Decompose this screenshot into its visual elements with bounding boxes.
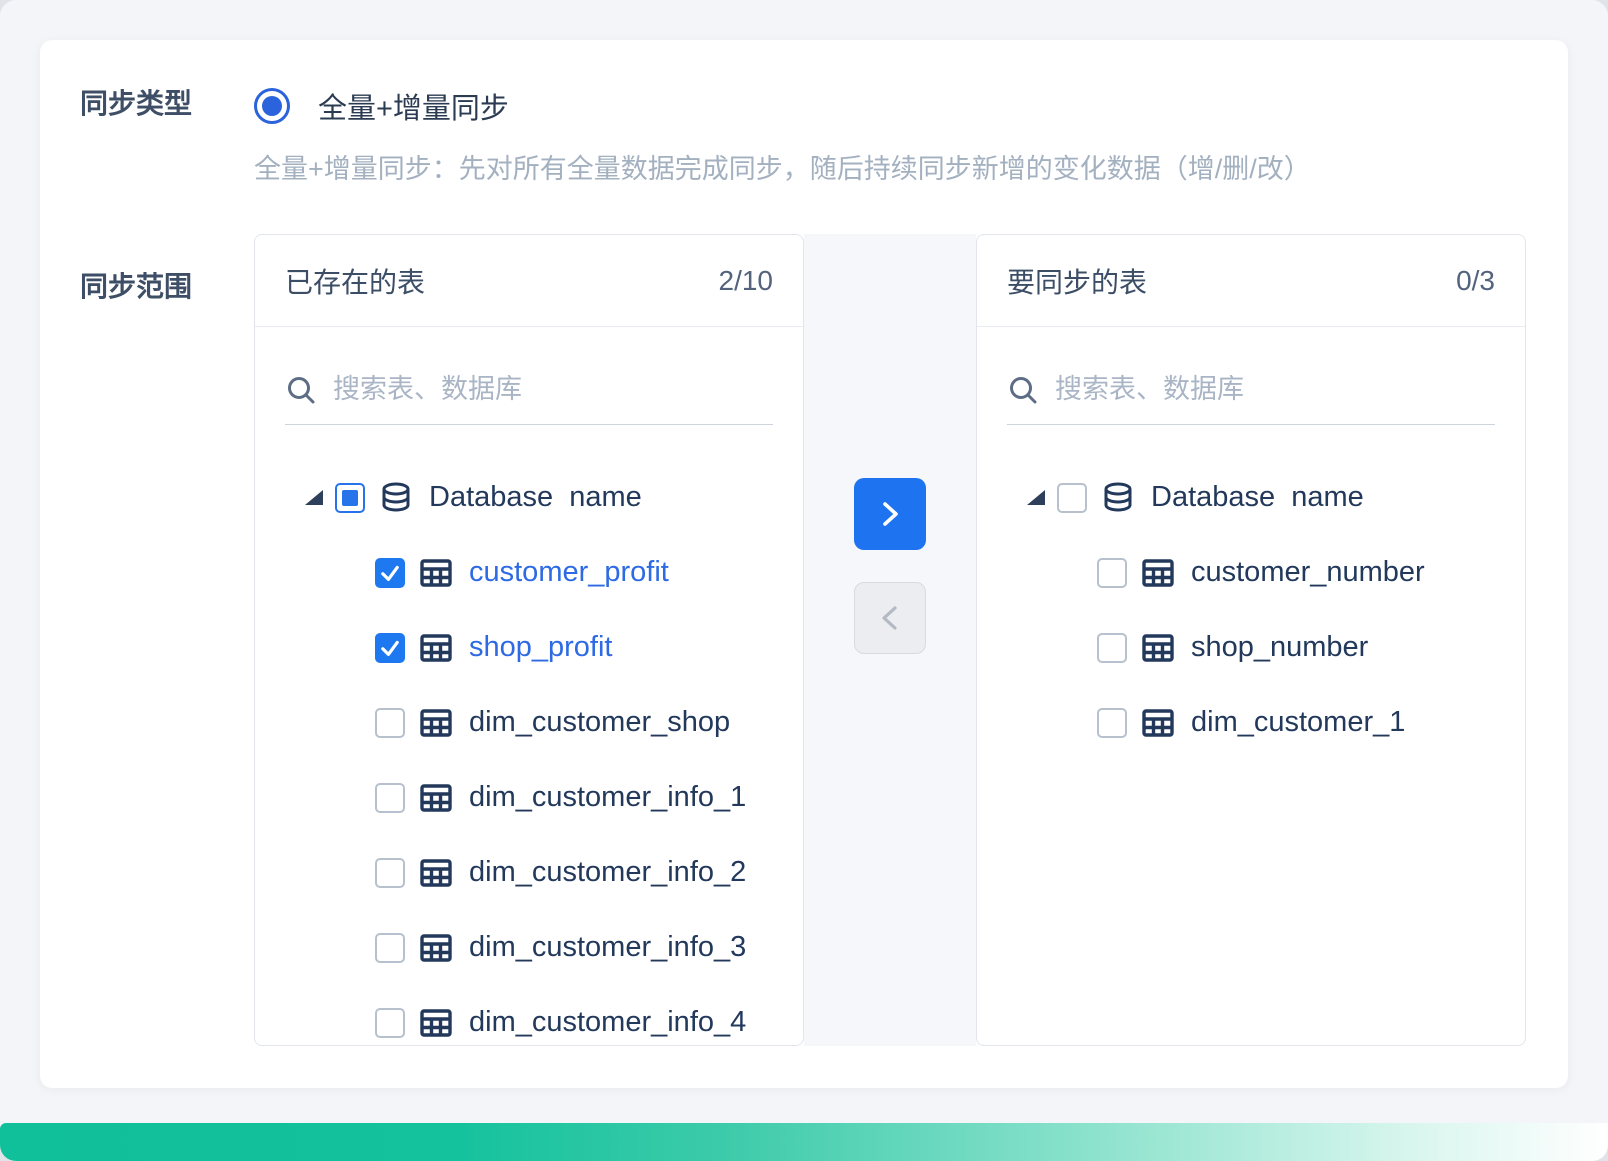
sync-type-label: 同步类型 [80, 85, 254, 123]
table-name-label: customer_number [1191, 556, 1425, 589]
database-name-label: Database name [429, 481, 642, 514]
sync-type-description: 全量+增量同步：先对所有全量数据完成同步，随后持续同步新增的变化数据（增/删/改… [254, 151, 1311, 187]
caret-expanded-icon[interactable] [1027, 490, 1045, 505]
table-name-label: dim_customer_shop [469, 706, 730, 739]
table-row[interactable]: dim_customer_info_2 [285, 835, 773, 910]
right-search-input[interactable] [1055, 374, 1415, 405]
table-row[interactable]: customer_number [1007, 535, 1495, 610]
existing-tables-body: Database name [255, 327, 803, 1045]
table-row[interactable]: dim_customer_1 [1007, 685, 1495, 760]
sync-tables-panel: 要同步的表 0/3 [976, 234, 1526, 1046]
existing-tables-header: 已存在的表 2/10 [255, 235, 803, 327]
move-left-button[interactable] [854, 582, 926, 654]
table-icon [1141, 556, 1175, 590]
table-checkbox[interactable] [375, 1008, 405, 1038]
transfer-gutter [804, 234, 976, 1046]
table-icon [419, 706, 453, 740]
table-row[interactable]: shop_profit [285, 610, 773, 685]
table-row[interactable]: dim_customer_shop [285, 685, 773, 760]
table-icon [419, 781, 453, 815]
sync-type-option-label[interactable]: 全量+增量同步 [318, 85, 509, 127]
table-icon [419, 931, 453, 965]
left-search-bar [285, 361, 773, 425]
table-checkbox[interactable] [1097, 558, 1127, 588]
table-transfer: 已存在的表 2/10 [254, 234, 1526, 1046]
search-icon [1007, 374, 1039, 406]
check-icon [378, 636, 402, 660]
table-name-label: shop_number [1191, 631, 1368, 664]
table-icon [419, 556, 453, 590]
sync-config-card: 同步类型 全量+增量同步 全量+增量同步：先对所有全量数据完成同步，随后持续同步… [40, 40, 1568, 1088]
table-row[interactable]: shop_number [1007, 610, 1495, 685]
caret-expanded-icon[interactable] [305, 490, 323, 505]
sync-type-content: 全量+增量同步 全量+增量同步：先对所有全量数据完成同步，随后持续同步新增的变化… [254, 85, 1311, 187]
table-icon [419, 1006, 453, 1040]
table-checkbox[interactable] [375, 783, 405, 813]
app-viewport: 同步类型 全量+增量同步 全量+增量同步：先对所有全量数据完成同步，随后持续同步… [0, 0, 1608, 1161]
chevron-left-icon [875, 603, 905, 633]
table-name-label: customer_profit [469, 556, 669, 589]
right-search-bar [1007, 361, 1495, 425]
table-checkbox[interactable] [375, 708, 405, 738]
database-name-label: Database name [1151, 481, 1364, 514]
table-row[interactable]: dim_customer_info_4 [285, 985, 773, 1045]
table-checkbox[interactable] [375, 633, 405, 663]
table-checkbox[interactable] [1097, 708, 1127, 738]
table-name-label: dim_customer_info_3 [469, 931, 746, 964]
table-name-label: shop_profit [469, 631, 613, 664]
left-database-node[interactable]: Database name [285, 460, 773, 535]
left-search-input[interactable] [333, 374, 693, 405]
sync-type-row: 同步类型 全量+增量同步 全量+增量同步：先对所有全量数据完成同步，随后持续同步… [80, 85, 1528, 187]
search-icon [285, 374, 317, 406]
sync-scope-label: 同步范围 [80, 234, 254, 306]
right-table-tree: Database name [1007, 460, 1495, 760]
sync-type-option[interactable]: 全量+增量同步 [254, 85, 1311, 127]
table-checkbox[interactable] [375, 858, 405, 888]
table-checkbox[interactable] [375, 933, 405, 963]
table-name-label: dim_customer_info_4 [469, 1006, 746, 1039]
existing-tables-panel: 已存在的表 2/10 [254, 234, 804, 1046]
table-name-label: dim_customer_info_2 [469, 856, 746, 889]
table-icon [1141, 631, 1175, 665]
footer-accent-bar [0, 1123, 1608, 1161]
unchecked-checkbox[interactable] [1057, 483, 1087, 513]
sync-scope-row: 同步范围 已存在的表 2/10 [80, 234, 1528, 1046]
database-icon [1101, 481, 1135, 515]
check-icon [378, 561, 402, 585]
sync-tables-count: 0/3 [1456, 265, 1495, 297]
existing-tables-title: 已存在的表 [285, 261, 425, 301]
table-icon [1141, 706, 1175, 740]
table-icon [419, 856, 453, 890]
move-right-button[interactable] [854, 478, 926, 550]
table-icon [419, 631, 453, 665]
left-table-list: customer_profit [285, 535, 773, 1045]
table-checkbox[interactable] [375, 558, 405, 588]
left-table-tree: Database name [285, 460, 773, 1045]
table-row[interactable]: dim_customer_info_3 [285, 910, 773, 985]
database-icon [379, 481, 413, 515]
radio-selected-icon[interactable] [254, 88, 290, 124]
table-name-label: dim_customer_info_1 [469, 781, 746, 814]
table-row[interactable]: customer_profit [285, 535, 773, 610]
table-row[interactable]: dim_customer_info_1 [285, 760, 773, 835]
right-table-list: customer_number [1007, 535, 1495, 760]
sync-tables-header: 要同步的表 0/3 [977, 235, 1525, 327]
indeterminate-checkbox[interactable] [335, 483, 365, 513]
chevron-right-icon [875, 499, 905, 529]
existing-tables-count: 2/10 [719, 265, 774, 297]
right-database-node[interactable]: Database name [1007, 460, 1495, 535]
table-name-label: dim_customer_1 [1191, 706, 1405, 739]
sync-tables-body: Database name [977, 327, 1525, 1045]
table-checkbox[interactable] [1097, 633, 1127, 663]
sync-tables-title: 要同步的表 [1007, 261, 1147, 301]
